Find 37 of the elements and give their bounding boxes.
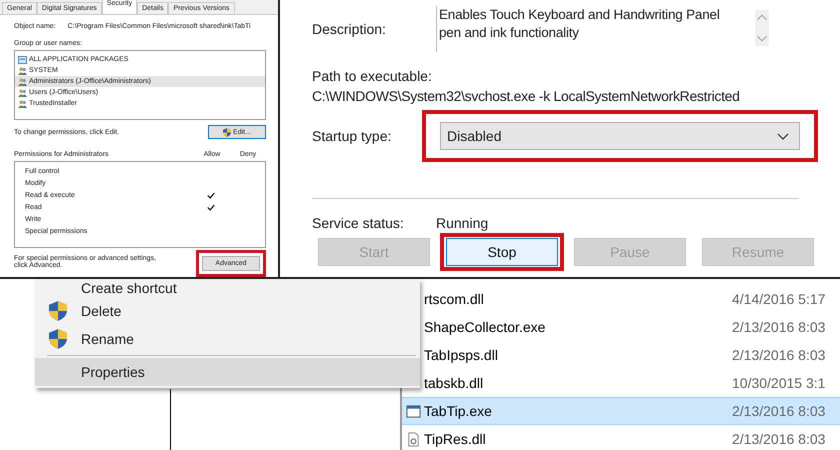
file-date: 2/13/2016 8:03 xyxy=(732,431,826,447)
path-label: Path to executable: xyxy=(312,68,433,84)
file-row[interactable]: TipRes.dll 2/13/2016 8:03 xyxy=(402,425,840,450)
menu-item[interactable]: Rename xyxy=(35,325,420,353)
scroll-arrows-icon xyxy=(755,10,769,46)
file-row[interactable]: TabTip.exe 2/13/2016 8:03 xyxy=(402,397,840,425)
window-file-icon xyxy=(406,404,420,418)
service-button[interactable]: Stop xyxy=(446,238,558,266)
menu-item[interactable]: Delete xyxy=(35,297,420,325)
users-icon xyxy=(18,100,27,108)
gear-file-icon xyxy=(406,432,420,446)
users-icon xyxy=(18,88,27,96)
menu-item[interactable]: Create shortcut xyxy=(35,279,420,297)
file-name: ShapeCollector.exe xyxy=(424,319,546,335)
file-date: 4/14/2016 5:17 xyxy=(732,291,826,307)
users-icon xyxy=(18,78,27,86)
startup-type-dropdown[interactable]: Disabled xyxy=(440,122,800,150)
file-date: 2/13/2016 8:03 xyxy=(732,347,826,363)
file-name: tabskb.dll xyxy=(424,375,484,391)
users-icon xyxy=(18,66,27,74)
path-value: C:\WINDOWS\System32\svchost.exe -k LocalSystemNetworkRestricted xyxy=(312,88,741,104)
caret-icon xyxy=(777,132,789,140)
startup-type-label: Startup type: xyxy=(312,128,392,144)
file-date: 2/13/2016 8:03 xyxy=(732,319,826,335)
file-name: TipRes.dll xyxy=(424,431,487,447)
shield-icon xyxy=(223,128,232,136)
description-label: Description: xyxy=(312,21,387,37)
file-date: 10/30/2015 3:1 xyxy=(732,375,826,391)
file-date: 2/13/2016 8:03 xyxy=(732,403,826,419)
description-field[interactable]: Enables Touch Keyboard and Handwriting Panel pen and ink functionality xyxy=(436,6,769,52)
file-name: rtscom.dll xyxy=(424,291,485,307)
package-icon xyxy=(18,56,27,64)
file-name: TabIpsps.dll xyxy=(424,347,499,363)
file-name: TabTip.exe xyxy=(424,403,493,419)
service-status-label: Service status: xyxy=(312,215,405,231)
service-status-value: Running xyxy=(436,215,488,231)
menu-item[interactable]: Properties xyxy=(35,358,420,386)
